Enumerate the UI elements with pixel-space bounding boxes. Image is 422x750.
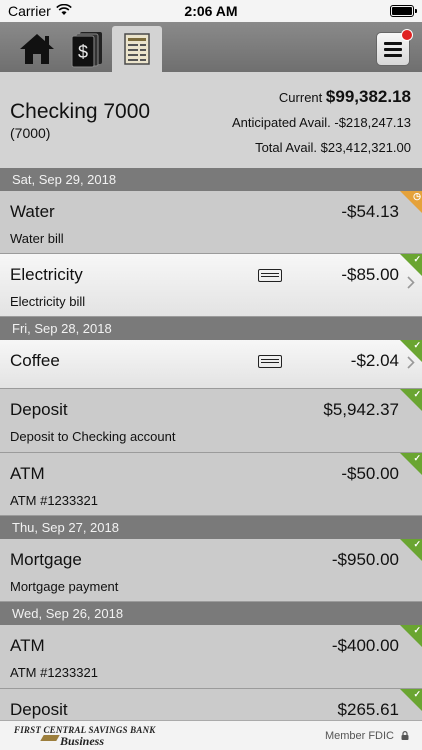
transaction-row[interactable]: Coffee -$2.04 ✓: [0, 340, 422, 389]
menu-button[interactable]: [376, 29, 413, 66]
current-balance: Current $99,382.18: [279, 87, 411, 107]
date-header: Fri, Sep 28, 2018: [0, 317, 422, 340]
clock: 2:06 AM: [184, 3, 238, 19]
account-name: Checking 7000: [10, 100, 151, 123]
transaction-amount: -$85.00: [341, 265, 399, 284]
tab-register[interactable]: [112, 26, 162, 72]
checkmark-icon: ✓: [413, 453, 421, 463]
transaction-description: ATM #1233321: [10, 665, 98, 680]
checkmark-icon: ✓: [413, 689, 421, 699]
logo-line2: Business: [60, 734, 105, 748]
footer: FIRST CENTRAL SAVINGS BANK Business Memb…: [0, 720, 422, 750]
member-fdic-label: Member FDIC: [324, 730, 394, 742]
transaction-name: Coffee: [10, 351, 60, 370]
transaction-description: Deposit to Checking account: [10, 429, 176, 444]
transaction-amount: -$400.00: [331, 636, 399, 655]
transaction-amount: -$50.00: [341, 464, 399, 483]
tab-home[interactable]: [12, 26, 62, 72]
transaction-name: Electricity: [10, 265, 83, 284]
logo-swoosh: [40, 735, 60, 741]
transaction-row[interactable]: ATM -$400.00 ATM #1233321 ✓: [0, 625, 422, 689]
total-balance: Total Avail. $23,412,321.00: [255, 140, 411, 155]
transaction-row[interactable]: Electricity -$85.00 Electricity bill ✓: [0, 254, 422, 317]
chevron-right-icon: [407, 276, 415, 289]
home-icon: [20, 34, 54, 64]
current-balance-value: $99,382.18: [325, 87, 411, 106]
date-header: Sat, Sep 29, 2018: [0, 168, 422, 191]
battery-icon: [390, 5, 417, 17]
transaction-amount: -$54.13: [341, 202, 399, 221]
checkmark-icon: ✓: [413, 389, 421, 399]
clock-icon: ◷: [413, 191, 421, 201]
transaction-row[interactable]: Deposit $265.61 ✓: [0, 689, 422, 720]
account-header: Checking 7000 (7000) Current $99,382.18 …: [0, 72, 422, 168]
dollar-statement-icon: $: [71, 32, 102, 68]
total-balance-value: $23,412,321.00: [320, 140, 411, 155]
transaction-description: Water bill: [10, 231, 64, 246]
transaction-row[interactable]: Deposit $5,942.37 Deposit to Checking ac…: [0, 389, 422, 453]
transaction-name: Water: [10, 202, 55, 221]
svg-text:$: $: [78, 42, 88, 62]
status-bar: Carrier 2:06 AM: [0, 0, 422, 22]
checkmark-icon: ✓: [413, 254, 421, 264]
hamburger-menu-icon: [384, 41, 402, 57]
transaction-description: Electricity bill: [10, 294, 86, 309]
bank-logo: FIRST CENTRAL SAVINGS BANK Business: [14, 725, 155, 748]
card-icon: [258, 355, 282, 368]
checkmark-icon: ✓: [413, 340, 421, 350]
register-ledger-icon: [124, 33, 150, 65]
transaction-row[interactable]: Water -$54.13 Water bill ◷: [0, 191, 422, 254]
transaction-name: Deposit: [10, 700, 68, 719]
card-icon: [258, 269, 282, 282]
date-header: Thu, Sep 27, 2018: [0, 516, 422, 539]
transaction-name: ATM: [10, 636, 45, 655]
transaction-name: Deposit: [10, 400, 68, 419]
transaction-name: Mortgage: [10, 550, 82, 569]
anticipated-balance-label: Anticipated Avail.: [231, 115, 331, 130]
date-header: Wed, Sep 26, 2018: [0, 602, 422, 625]
anticipated-balance: Anticipated Avail. -$218,247.13: [232, 115, 411, 130]
checkmark-icon: ✓: [413, 539, 421, 549]
transaction-name: ATM: [10, 464, 45, 483]
lock-icon: [401, 731, 409, 740]
transaction-amount: -$950.00: [331, 550, 399, 569]
checkmark-icon: ✓: [413, 625, 421, 635]
transaction-amount: $5,942.37: [323, 400, 399, 419]
current-balance-label: Current: [278, 90, 323, 105]
transaction-amount: $265.61: [337, 700, 399, 719]
anticipated-balance-value: -$218,247.13: [334, 115, 411, 130]
transaction-amount: -$2.04: [350, 351, 399, 370]
transaction-row[interactable]: ATM -$50.00 ATM #1233321 ✓: [0, 453, 422, 516]
total-balance-label: Total Avail.: [255, 140, 317, 155]
transaction-row[interactable]: Mortgage -$950.00 Mortgage payment ✓: [0, 539, 422, 602]
transaction-description: Mortgage payment: [10, 579, 119, 594]
notification-dot: [401, 29, 413, 41]
account-number: (7000): [10, 125, 51, 141]
transaction-description: ATM #1233321: [10, 493, 98, 508]
tab-statement[interactable]: $: [62, 26, 112, 72]
top-tab-bar: $: [0, 22, 422, 72]
